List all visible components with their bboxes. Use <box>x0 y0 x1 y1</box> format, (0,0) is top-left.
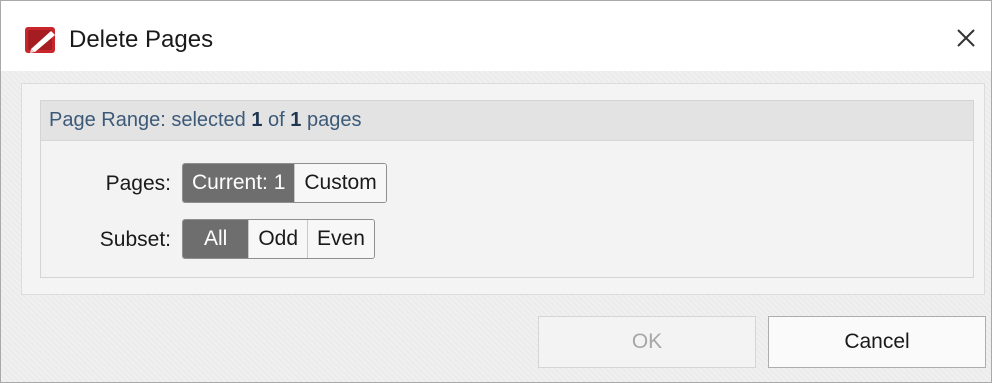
dialog-title: Delete Pages <box>69 26 214 53</box>
cancel-button[interactable]: Cancel <box>768 316 986 368</box>
subset-label: Subset: <box>99 228 171 251</box>
title-bar: Delete Pages <box>1 1 991 71</box>
dialog-body: Page Range: selected 1 of 1 pages Pages:… <box>1 71 991 382</box>
pages-label: Pages: <box>105 172 171 195</box>
delete-pages-dialog: Delete Pages Page Range: selected 1 of 1… <box>0 0 992 383</box>
pages-option-custom[interactable]: Custom <box>294 164 386 202</box>
close-icon[interactable] <box>951 23 981 53</box>
pdf-editor-app-icon <box>25 27 55 53</box>
options-panel: Page Range: selected 1 of 1 pages Pages:… <box>21 83 985 295</box>
page-range-group: Page Range: selected 1 of 1 pages Pages:… <box>40 100 974 278</box>
page-range-header: Page Range: selected 1 of 1 pages <box>41 101 973 141</box>
subset-option-even[interactable]: Even <box>307 220 374 258</box>
subset-option-odd[interactable]: Odd <box>248 220 308 258</box>
ok-button[interactable]: OK <box>538 316 756 368</box>
subset-option-all[interactable]: All <box>183 220 249 258</box>
pages-segmented-control: Current: 1 Custom <box>182 163 387 203</box>
subset-segmented-control: All Odd Even <box>182 219 375 259</box>
pages-option-current[interactable]: Current: 1 <box>183 164 295 202</box>
